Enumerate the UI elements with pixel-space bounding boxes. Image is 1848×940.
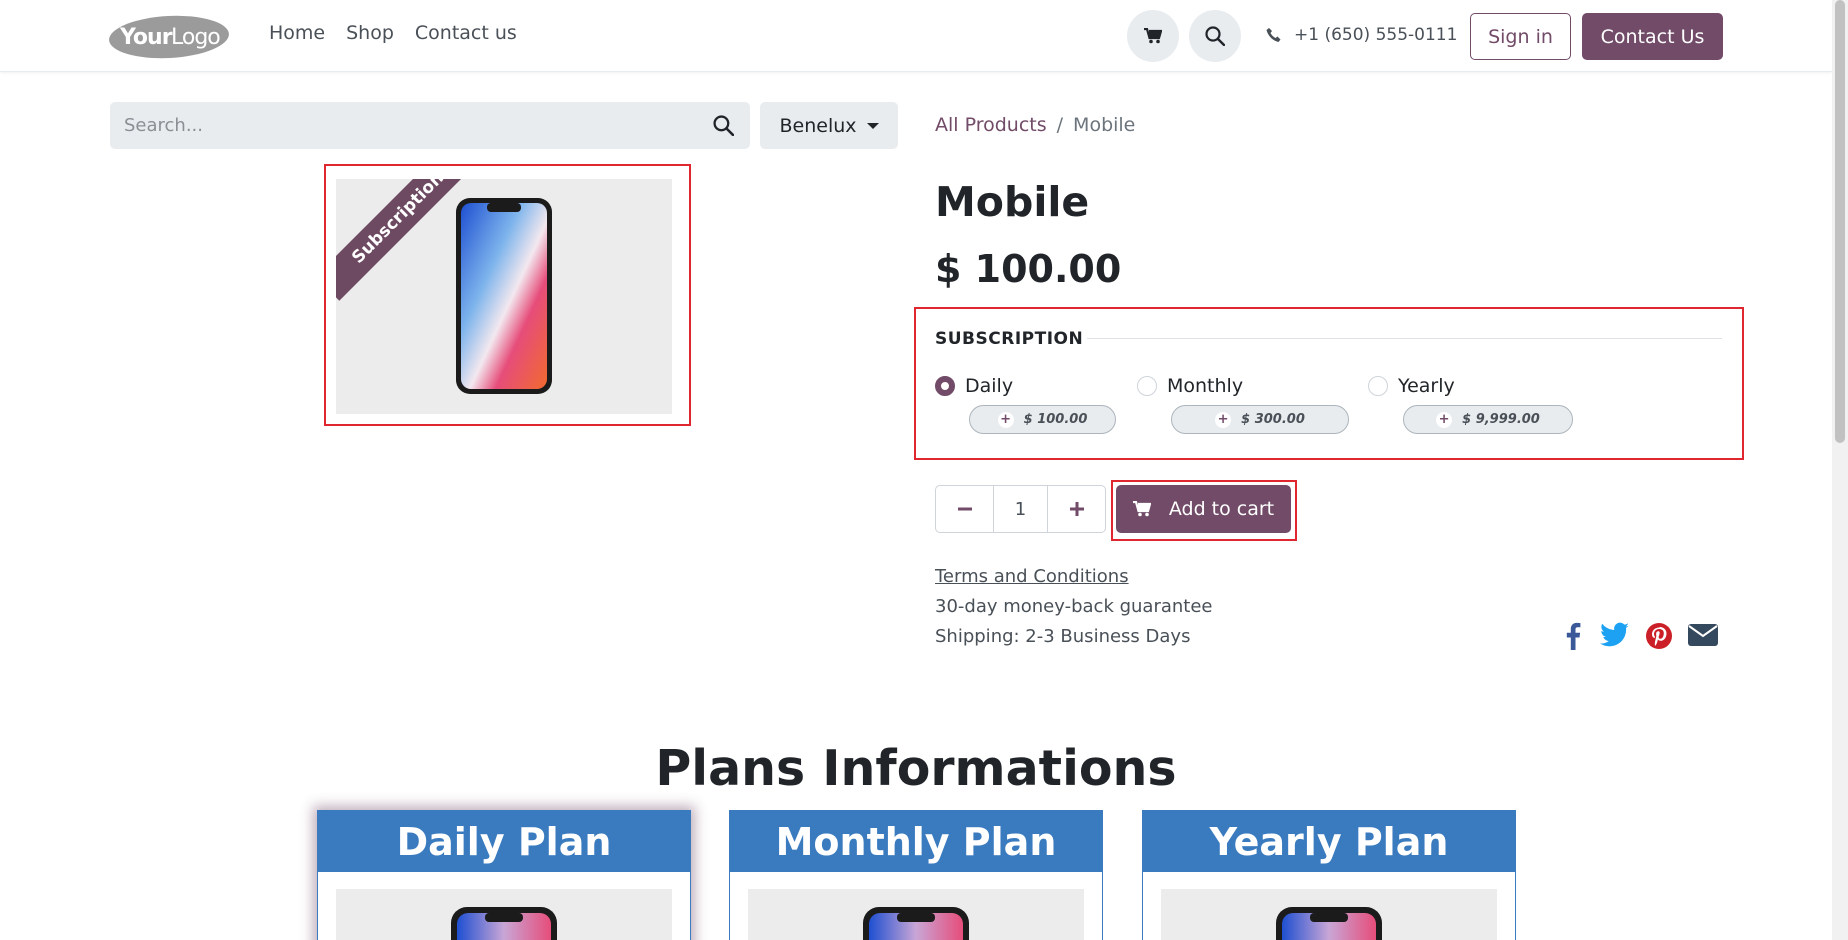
divider [1087, 338, 1722, 339]
breadcrumb-all-products[interactable]: All Products [935, 114, 1047, 136]
envelope-icon[interactable] [1688, 622, 1718, 648]
product-price: $ 100.00 [935, 247, 1122, 291]
option-daily-label: Daily [965, 375, 1014, 397]
scrollbar-thumb[interactable] [1835, 0, 1845, 443]
cart-icon [1144, 28, 1162, 44]
pricelist-dropdown[interactable]: Benelux [760, 102, 898, 149]
quantity-input[interactable]: 1 [993, 486, 1048, 532]
phone-icon [1266, 28, 1281, 42]
plan-title: Monthly Plan [730, 811, 1102, 872]
nav-shop[interactable]: Shop [346, 22, 394, 44]
option-yearly-label: Yearly [1398, 375, 1455, 397]
add-to-cart-button[interactable]: Add to cart [1116, 485, 1291, 533]
plus-icon: + [1215, 411, 1232, 428]
search-icon [1205, 26, 1225, 46]
price-badge-daily: + $ 100.00 [969, 405, 1116, 434]
decrease-quantity-button[interactable] [936, 486, 993, 532]
plan-image [748, 889, 1084, 940]
page-scrollbar[interactable] [1832, 0, 1848, 940]
search-icon[interactable] [713, 115, 734, 136]
twitter-icon[interactable] [1600, 622, 1630, 648]
smartphone-image [1276, 907, 1382, 940]
subscription-heading: SUBSCRIPTION [935, 329, 1084, 349]
increase-quantity-button[interactable] [1048, 486, 1105, 532]
product-image[interactable]: Subscription [336, 179, 672, 414]
product-title: Mobile [935, 178, 1090, 226]
plus-icon [1069, 502, 1084, 516]
phone-number: +1 (650) 555-0111 [1294, 25, 1458, 45]
svg-text:Logo: Logo [171, 25, 220, 50]
main-nav: Home Shop Contact us [269, 22, 517, 44]
cart-icon [1132, 501, 1151, 517]
facebook-icon[interactable] [1565, 622, 1581, 650]
guarantee-text: 30-day money-back guarantee [935, 596, 1213, 617]
quantity-stepper: 1 [935, 485, 1106, 533]
minus-icon [957, 507, 972, 511]
logo[interactable]: Your Logo [108, 14, 230, 60]
plan-card-monthly[interactable]: Monthly Plan [729, 810, 1103, 940]
logo-image: Your Logo [109, 15, 229, 59]
shipping-text: Shipping: 2-3 Business Days [935, 626, 1191, 647]
price-daily: $ 100.00 [1023, 412, 1088, 427]
option-yearly[interactable]: Yearly [1368, 375, 1455, 397]
plan-card-yearly[interactable]: Yearly Plan [1142, 810, 1516, 940]
option-daily[interactable]: Daily [935, 375, 1013, 397]
pinterest-icon[interactable] [1645, 622, 1673, 650]
product-search [110, 102, 750, 149]
plus-icon: + [997, 411, 1014, 428]
header-search-button[interactable] [1189, 10, 1241, 62]
price-yearly: $ 9,999.00 [1462, 412, 1540, 427]
chevron-down-icon [866, 122, 879, 129]
price-badge-monthly: + $ 300.00 [1171, 405, 1349, 434]
option-monthly[interactable]: Monthly [1137, 375, 1243, 397]
smartphone-image [863, 907, 969, 940]
plan-title: Yearly Plan [1143, 811, 1515, 872]
contact-us-button[interactable]: Contact Us [1582, 13, 1723, 60]
radio-monthly[interactable] [1137, 376, 1157, 396]
phone-contact[interactable]: +1 (650) 555-0111 [1266, 25, 1457, 45]
price-monthly: $ 300.00 [1241, 412, 1305, 427]
radio-daily[interactable] [935, 376, 955, 396]
pricelist-selected: Benelux [779, 114, 857, 137]
option-monthly-label: Monthly [1167, 375, 1244, 397]
plan-image [1161, 889, 1497, 940]
price-badge-yearly: + $ 9,999.00 [1403, 405, 1573, 434]
site-header: Your Logo Home Shop Contact us +1 (650) … [0, 0, 1832, 72]
sign-in-button[interactable]: Sign in [1470, 13, 1571, 60]
plus-icon: + [1436, 411, 1453, 428]
svg-text:Your: Your [119, 25, 173, 50]
plans-heading: Plans Informations [655, 740, 1177, 797]
plan-image [336, 889, 672, 940]
plan-title: Daily Plan [318, 811, 690, 872]
smartphone-image [451, 907, 557, 940]
breadcrumb-separator: / [1056, 114, 1064, 136]
add-to-cart-label: Add to cart [1168, 498, 1275, 520]
breadcrumb: All Products / Mobile [935, 114, 1135, 136]
cart-button[interactable] [1127, 10, 1179, 62]
terms-link[interactable]: Terms and Conditions [935, 566, 1129, 587]
nav-contact-us[interactable]: Contact us [415, 22, 517, 44]
search-input[interactable] [124, 102, 684, 149]
smartphone-image [456, 198, 552, 394]
breadcrumb-current: Mobile [1073, 114, 1136, 136]
radio-yearly[interactable] [1368, 376, 1388, 396]
nav-home[interactable]: Home [269, 22, 325, 44]
plan-card-daily[interactable]: Daily Plan [317, 810, 691, 940]
